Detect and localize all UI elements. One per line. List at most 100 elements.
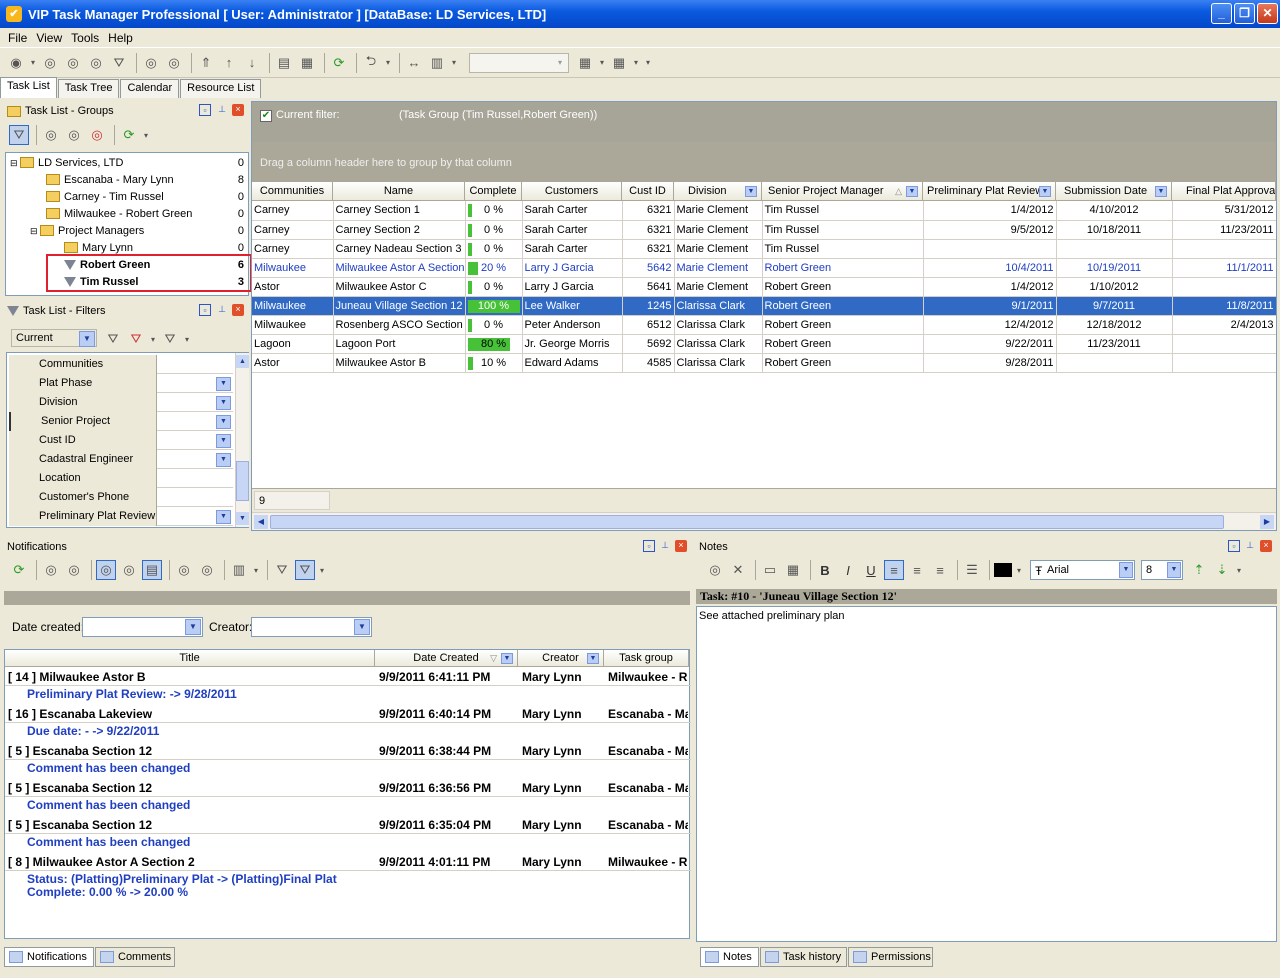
show-tasks-icon[interactable]: ◎ [96, 560, 116, 580]
chevron-down-icon[interactable]: ▼ [216, 453, 231, 467]
cell-complete[interactable]: 10 % [465, 353, 523, 373]
bold-icon[interactable]: B [815, 560, 835, 580]
chevron-down-icon[interactable]: ▼ [216, 434, 231, 448]
cell-cust-id[interactable]: 6321 [622, 201, 675, 221]
maximize-button[interactable]: ❐ [1234, 3, 1255, 24]
filter-row-cust-id[interactable]: Cust ID ▼ [9, 431, 233, 450]
decrease-font-icon[interactable]: ⇣ [1212, 560, 1232, 580]
minimize-button[interactable]: _ [1211, 3, 1232, 24]
cell-customer[interactable]: Peter Anderson [522, 315, 623, 335]
mark-read-icon[interactable]: ◎ [41, 560, 61, 580]
cell-fpa[interactable] [1172, 277, 1276, 297]
table-row[interactable]: Milwaukee Rosenberg ASCO Section 1 0 % Pete… [252, 315, 1276, 335]
print-preview-icon[interactable]: ▦ [575, 53, 595, 73]
table-row[interactable]: Lagoon Lagoon Port 80 % Jr. George Morris 56… [252, 334, 1276, 354]
notification-row[interactable]: [ 14 ] Milwaukee Astor B 9/9/2011 6:41:11… [5, 668, 691, 686]
refresh-icon[interactable]: ⟳ [329, 53, 349, 73]
filters-scrollbar[interactable]: ▲ ▼ [235, 353, 249, 527]
filter-enabled-checkbox[interactable]: ✔ [260, 110, 272, 122]
pin-icon[interactable]: ⊥ [216, 104, 228, 116]
tab-notes[interactable]: Notes [700, 947, 759, 967]
tree-node-escanaba[interactable]: Escanaba - Mary Lynn 8 [46, 172, 248, 189]
horizontal-scrollbar[interactable]: ◀ ▶ [252, 512, 1276, 530]
toolbar-overflow-icon[interactable]: ▾ [1235, 560, 1243, 580]
filter-row-customers-phone[interactable]: Customer's Phone [9, 488, 233, 507]
cell-name[interactable]: Rosenberg ASCO Section 1 [333, 315, 466, 335]
cell-division[interactable]: Clarissa Clark [674, 315, 763, 335]
dropdown-arrow-icon[interactable]: ▾ [318, 560, 326, 580]
apply-filter-icon[interactable]: ⛛ [126, 329, 146, 349]
cell-fpa[interactable]: 11/1/2011 [1172, 258, 1276, 278]
italic-icon[interactable]: I [838, 560, 858, 580]
cell-spm[interactable]: Robert Green [762, 334, 924, 354]
cell-customer[interactable]: Lee Walker [522, 296, 623, 316]
cell-division[interactable]: Marie Clement [674, 220, 763, 240]
cell-fpa[interactable]: 11/23/2011 [1172, 220, 1276, 240]
cell-community[interactable]: Milwaukee [252, 315, 334, 335]
menu-help[interactable]: Help [108, 31, 133, 45]
cell-complete[interactable]: 0 % [465, 239, 523, 259]
cell-division[interactable]: Marie Clement [674, 201, 763, 221]
cell-community[interactable]: Carney [252, 239, 334, 259]
col-complete[interactable]: Complete [465, 182, 522, 201]
chevron-down-icon[interactable]: ▼ [1039, 186, 1051, 197]
table-row[interactable]: Carney Carney Section 2 0 % Sarah Carter 632… [252, 220, 1276, 240]
cell-spm[interactable]: Robert Green [762, 353, 924, 373]
notification-row[interactable]: [ 5 ] Escanaba Section 12 9/9/2011 6:36:5… [5, 779, 691, 797]
discard-note-icon[interactable]: ✕ [728, 560, 748, 580]
table-row[interactable]: Astor Milwaukee Astor B 10 % Edward Adams 45… [252, 353, 1276, 373]
cell-ppr[interactable]: 9/1/2011 [923, 296, 1057, 316]
cell-ppr[interactable]: 1/4/2012 [923, 201, 1057, 221]
close-icon[interactable]: × [232, 104, 244, 116]
chevron-down-icon[interactable]: ▼ [501, 653, 513, 664]
cell-name[interactable]: Carney Section 1 [333, 201, 466, 221]
filter-preset-select[interactable]: Current ▼ [11, 329, 97, 347]
cell-complete[interactable]: 20 % [465, 258, 523, 278]
scroll-up-icon[interactable]: ▲ [236, 355, 249, 368]
mark-all-read-icon[interactable]: ◎ [64, 560, 84, 580]
move-down-icon[interactable]: ↓ [242, 53, 262, 73]
cell-ppr[interactable]: 12/4/2012 [923, 315, 1057, 335]
dropdown-arrow-icon[interactable]: ▾ [252, 560, 260, 580]
col-submission-date[interactable]: Submission Date ▼ [1056, 182, 1172, 201]
font-select[interactable]: Ŧ Arial ▼ [1030, 560, 1135, 580]
cell-spm[interactable]: Tim Russel [762, 220, 924, 240]
cell-cust-id[interactable]: 4585 [622, 353, 675, 373]
cell-division[interactable]: Marie Clement [674, 277, 763, 297]
cell-community[interactable]: Milwaukee [252, 258, 334, 278]
date-created-select[interactable]: ▼ [82, 617, 203, 637]
filter-row-cadastral-engineer[interactable]: Cadastral Engineer ▼ [9, 450, 233, 469]
filter-row-division[interactable]: Division ▼ [9, 393, 233, 412]
task-status-icon[interactable]: ◎ [164, 53, 184, 73]
edit-group-icon[interactable]: ◎ [64, 125, 84, 145]
cell-cust-id[interactable]: 5642 [622, 258, 675, 278]
cell-name[interactable]: Lagoon Port [333, 334, 466, 354]
toolbar-overflow-icon[interactable]: ▾ [643, 53, 653, 73]
cell-name[interactable]: Carney Nadeau Section 3 [333, 239, 466, 259]
col-name[interactable]: Name [333, 182, 465, 201]
delete-notification-icon[interactable]: ◎ [197, 560, 217, 580]
move-up-icon[interactable]: ↑ [219, 53, 239, 73]
dropdown-arrow-icon[interactable]: ▾ [1015, 560, 1023, 580]
pin-icon[interactable]: ⊥ [659, 540, 671, 552]
cell-fpa[interactable]: 5/31/2012 [1172, 201, 1276, 221]
delete-group-icon[interactable]: ◎ [87, 125, 107, 145]
task-properties-icon[interactable]: ◎ [141, 53, 161, 73]
chevron-down-icon[interactable]: ▼ [1155, 186, 1167, 197]
note-editor[interactable]: See attached preliminary plan [696, 606, 1277, 942]
col-task-group[interactable]: Task group [604, 650, 689, 667]
cell-spm[interactable]: Robert Green [762, 277, 924, 297]
cell-cust-id[interactable]: 6321 [622, 239, 675, 259]
tree-node-project-managers[interactable]: ⊟ Project Managers 0 [30, 223, 248, 240]
filter-row-preliminary-plat-review[interactable]: Preliminary Plat Review ▼ [9, 507, 233, 526]
cell-division[interactable]: Clarissa Clark [674, 296, 763, 316]
table-row[interactable]: Carney Carney Section 1 0 % Sarah Carter 632… [252, 201, 1276, 221]
export-icon[interactable]: ▦ [609, 53, 629, 73]
col-customers[interactable]: Customers [522, 182, 622, 201]
tab-calendar[interactable]: Calendar [120, 79, 180, 98]
dropdown-arrow-icon[interactable]: ▾ [384, 53, 392, 73]
table-row[interactable]: Carney Carney Nadeau Section 3 0 % Sarah Ca… [252, 239, 1276, 259]
cell-community[interactable]: Milwaukee [252, 296, 334, 316]
chevron-down-icon[interactable]: ▼ [587, 653, 599, 664]
cell-customer[interactable]: Larry J Garcia [522, 277, 623, 297]
